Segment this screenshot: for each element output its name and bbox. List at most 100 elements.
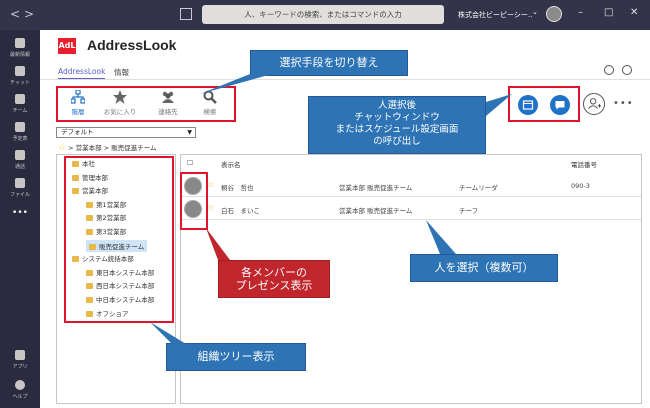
add-user-button[interactable] [583,93,605,115]
chat-icon [555,101,565,110]
rail-item-teams[interactable]: チーム [0,94,40,114]
tree-item[interactable]: 第3営業部 [86,226,126,236]
contacts-button[interactable]: 連絡先 [150,90,186,116]
table-row[interactable]: ☆ 桐谷 哲也 営業本部 販売促進チーム チームリーダ 090-3 [181,175,641,197]
callout-tail [150,322,186,344]
rail-more-button[interactable]: ••• [0,208,40,218]
favorite-star-icon[interactable]: ☆ [58,143,66,153]
rail-item-calls[interactable]: 通話 [0,150,40,170]
title-bar: < > 人、キーワードの検索、またはコマンドの入力 株式会社ビーピーシー.. ⌄… [0,0,650,30]
table-row[interactable]: ☆ 白石 まいこ 営業本部 販売促進チーム チーフ [181,198,641,220]
hierarchy-button[interactable]: 階層 [60,90,96,116]
tree-item[interactable]: 第2営業部 [86,212,126,222]
minimize-button[interactable]: – [578,7,583,19]
folder-icon [86,215,93,222]
tree-item[interactable]: 中日本システム本部 [86,294,154,304]
org-name[interactable]: 株式会社ビーピーシー.. [458,10,532,20]
tree-item-label: 営業本部 [82,187,108,196]
callout-org-tree: 組織ツリー表示 [166,343,306,371]
more-options-button[interactable]: ••• [613,98,634,109]
tree-item[interactable]: 管理本部 [72,172,108,182]
hierarchy-icon [71,90,85,104]
help-icon [15,380,25,390]
app-title: AddressLook [87,37,177,53]
tree-item-label: システム統括本部 [82,255,134,264]
callout-switch-mode: 選択手段を切り替え [250,50,408,76]
folder-icon [72,256,79,263]
folder-icon [86,229,93,235]
callout-tail [486,94,512,116]
compose-icon[interactable] [180,8,192,20]
tree-item-label: 中日本システム本部 [96,296,155,304]
chevron-down-icon[interactable]: ⌄ [532,8,538,16]
folder-icon [72,174,79,181]
tree-item[interactable]: 第1営業部 [86,199,126,209]
phone-icon [15,150,25,160]
left-rail: 最新情報 チャット チーム 予定表 通話 ファイル ••• アプリ ヘルプ [0,30,40,408]
chat-button[interactable] [550,95,570,115]
tab-info[interactable]: 情報 [114,67,129,78]
bell-icon [15,38,25,48]
callout-chat-schedule: 人選択後 チャットウィンドウ またはスケジュール設定画面 の呼び出し [308,96,486,154]
rail-item-chat[interactable]: チャット [0,66,40,86]
close-button[interactable]: ✕ [630,7,638,19]
rail-item-help[interactable]: ヘルプ [0,380,40,400]
favorite-star-icon[interactable]: ☆ [207,180,214,189]
callout-tail [206,228,230,260]
tree-item[interactable]: 営業本部 [72,185,108,195]
column-header-phone[interactable]: 電話番号 [571,159,597,169]
chat-icon [15,66,25,76]
folder-icon [86,269,93,276]
presence-highlight [180,172,208,230]
tree-item[interactable]: 販売促進チーム [86,239,148,252]
callout-tail [426,220,456,254]
user-avatar[interactable] [546,6,562,22]
callout-tail [200,74,272,94]
rail-item-calendar[interactable]: 予定表 [0,122,40,142]
tree-item-label: 本社 [82,160,95,168]
calendar-icon [522,100,534,110]
folder-icon [86,201,93,208]
tree-item-label: 第2営業部 [96,214,127,223]
folder-icon [72,188,79,195]
calendar-icon [15,122,25,132]
folder-icon [86,310,93,317]
maximize-button[interactable]: □ [604,7,613,19]
view-select[interactable]: デフォルト ▼ [56,127,196,138]
breadcrumb: ☆ > 営業本部 > 販売促進チーム [58,143,157,153]
tree-item-label: オフショア [96,309,129,318]
apps-icon [15,350,25,360]
forward-button[interactable]: > [24,8,34,20]
grid-header: ☐ 表示名 電話番号 [181,159,641,171]
globe-icon[interactable] [622,65,632,75]
action-buttons-group [508,86,580,122]
star-icon [113,90,127,104]
tree-item-label: 販売促進チーム [99,242,145,251]
back-button[interactable]: < [10,8,20,20]
folder-icon [86,297,93,303]
column-header-name[interactable]: 表示名 [221,159,241,169]
folder-icon [89,243,96,250]
folder-icon [72,161,79,167]
chevron-down-icon: ▼ [187,129,192,136]
tree-item[interactable]: オフショア [86,308,129,318]
tree-item[interactable]: システム統括本部 [72,253,134,263]
tree-item[interactable]: 本社 [72,158,95,168]
tree-item-label: 第3営業部 [96,228,127,236]
folder-icon [86,283,93,290]
tree-item-label: 管理本部 [82,173,108,182]
tree-item[interactable]: 東日本システム本部 [86,267,154,277]
schedule-button[interactable] [518,95,538,115]
rail-item-apps[interactable]: アプリ [0,350,40,370]
select-all-checkbox[interactable]: ☐ [187,159,193,167]
header-divider [40,79,650,80]
search-input[interactable]: 人、キーワードの検索、またはコマンドの入力 [202,5,444,24]
tree-item[interactable]: 西日本システム本部 [86,280,154,290]
rail-item-activity[interactable]: 最新情報 [0,38,40,58]
favorite-star-icon[interactable]: ☆ [207,203,214,212]
tree-item-label: 西日本システム本部 [96,282,155,291]
favorites-button[interactable]: お気に入り [102,90,138,116]
app-logo: AdL [58,38,76,54]
rail-item-files[interactable]: ファイル [0,178,40,198]
refresh-icon[interactable] [604,65,614,75]
